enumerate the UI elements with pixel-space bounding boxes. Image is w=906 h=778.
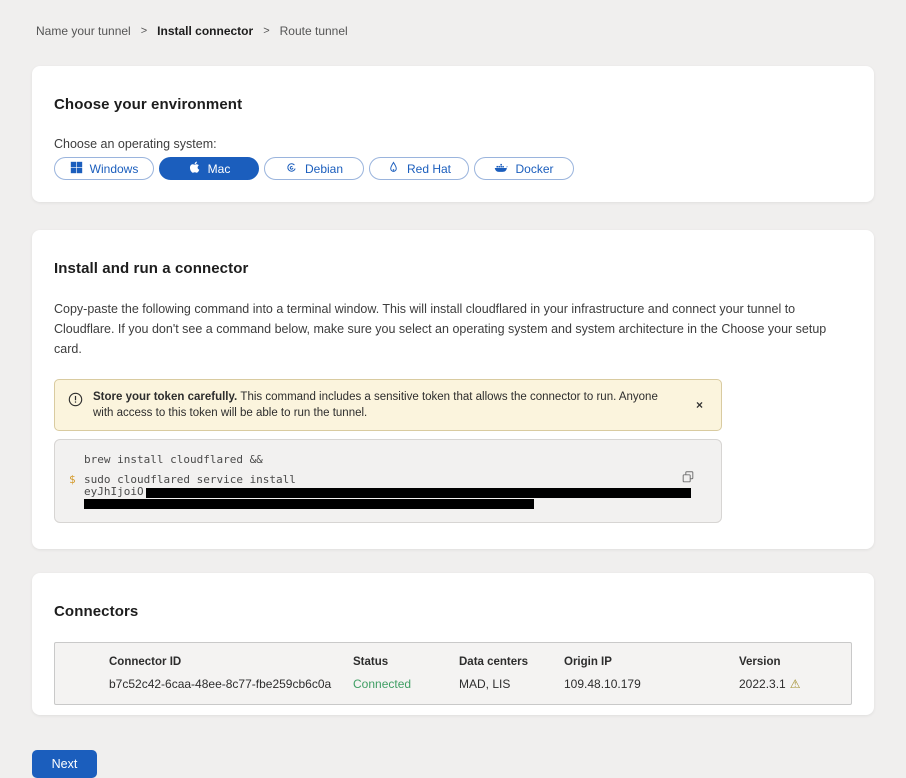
redacted-token-bar bbox=[84, 499, 534, 509]
code-text: brew install cloudflared && bbox=[84, 454, 263, 465]
status-badge: Connected bbox=[353, 677, 459, 691]
os-button-group: Windows Mac Debian bbox=[54, 157, 852, 180]
breadcrumb-separator: > bbox=[263, 25, 269, 37]
docker-icon bbox=[494, 161, 508, 177]
breadcrumb-step-name-your-tunnel[interactable]: Name your tunnel bbox=[36, 24, 131, 38]
code-line-2: $ sudo cloudflared service install bbox=[55, 474, 721, 485]
os-button-debian[interactable]: Debian bbox=[264, 157, 364, 180]
code-text: sudo cloudflared service install bbox=[84, 474, 296, 485]
col-header-connector-id: Connector ID bbox=[109, 656, 353, 668]
code-text: eyJhIjoiO bbox=[84, 486, 691, 498]
windows-icon bbox=[70, 161, 83, 177]
os-button-label: Red Hat bbox=[407, 162, 451, 176]
code-gutter bbox=[55, 486, 84, 498]
install-card-title: Install and run a connector bbox=[54, 260, 852, 277]
debian-icon bbox=[285, 161, 298, 177]
os-button-label: Mac bbox=[208, 162, 231, 176]
origin-ip-value: 109.48.10.179 bbox=[564, 677, 739, 691]
os-button-windows[interactable]: Windows bbox=[54, 157, 154, 180]
redacted-token-bar bbox=[146, 488, 691, 498]
shell-prompt: $ bbox=[55, 474, 84, 485]
connectors-table-header: Connector ID Status Data centers Origin … bbox=[109, 656, 851, 668]
os-button-redhat[interactable]: Red Hat bbox=[369, 157, 469, 180]
warning-icon: ⚠ bbox=[790, 677, 801, 691]
data-centers-value: MAD, LIS bbox=[459, 677, 564, 691]
code-gutter bbox=[55, 499, 84, 509]
os-button-mac[interactable]: Mac bbox=[159, 157, 259, 180]
version-number: 2022.3.1 bbox=[739, 677, 786, 691]
code-line-1: brew install cloudflared && bbox=[55, 454, 721, 465]
os-button-docker[interactable]: Docker bbox=[474, 157, 574, 180]
col-header-origin-ip: Origin IP bbox=[564, 656, 739, 668]
apple-icon bbox=[188, 160, 201, 177]
connector-id-value: b7c52c42-6caa-48ee-8c77-fbe259cb6c0a bbox=[109, 677, 353, 691]
install-command-code-block: brew install cloudflared && $ sudo cloud… bbox=[54, 439, 722, 523]
environment-card-title: Choose your environment bbox=[54, 96, 852, 113]
col-header-version: Version bbox=[739, 656, 851, 668]
col-header-status: Status bbox=[353, 656, 459, 668]
os-button-label: Docker bbox=[515, 162, 553, 176]
os-button-label: Windows bbox=[90, 162, 139, 176]
install-connector-card: Install and run a connector Copy-paste t… bbox=[32, 230, 874, 549]
version-value: 2022.3.1 ⚠ bbox=[739, 677, 851, 691]
os-select-label: Choose an operating system: bbox=[54, 137, 852, 151]
breadcrumb-step-install-connector[interactable]: Install connector bbox=[157, 24, 253, 38]
connectors-table: Connector ID Status Data centers Origin … bbox=[54, 642, 852, 705]
info-icon bbox=[68, 392, 83, 412]
redhat-icon bbox=[387, 161, 400, 177]
code-line-4 bbox=[55, 499, 721, 509]
connectors-card: Connectors Connector ID Status Data cent… bbox=[32, 573, 874, 715]
close-icon[interactable]: × bbox=[692, 395, 707, 415]
code-gutter bbox=[55, 454, 84, 465]
token-prefix: eyJhIjoiO bbox=[84, 485, 144, 498]
breadcrumb-separator: > bbox=[141, 25, 147, 37]
code-line-3: eyJhIjoiO bbox=[55, 486, 721, 498]
os-button-label: Debian bbox=[305, 162, 343, 176]
install-description: Copy-paste the following command into a … bbox=[54, 299, 852, 359]
alert-text: Store your token carefully. This command… bbox=[93, 389, 658, 421]
connectors-card-title: Connectors bbox=[54, 603, 852, 620]
col-header-data-centers: Data centers bbox=[459, 656, 564, 668]
environment-card: Choose your environment Choose an operat… bbox=[32, 66, 874, 202]
breadcrumb-step-route-tunnel[interactable]: Route tunnel bbox=[280, 24, 348, 38]
table-row: b7c52c42-6caa-48ee-8c77-fbe259cb6c0a Con… bbox=[109, 677, 851, 691]
copy-icon[interactable] bbox=[679, 468, 697, 489]
token-warning-alert: Store your token carefully. This command… bbox=[54, 379, 722, 431]
alert-title: Store your token carefully. bbox=[93, 391, 240, 403]
page: Name your tunnel > Install connector > R… bbox=[0, 0, 906, 715]
next-button[interactable]: Next bbox=[32, 750, 97, 778]
breadcrumb: Name your tunnel > Install connector > R… bbox=[32, 24, 874, 38]
